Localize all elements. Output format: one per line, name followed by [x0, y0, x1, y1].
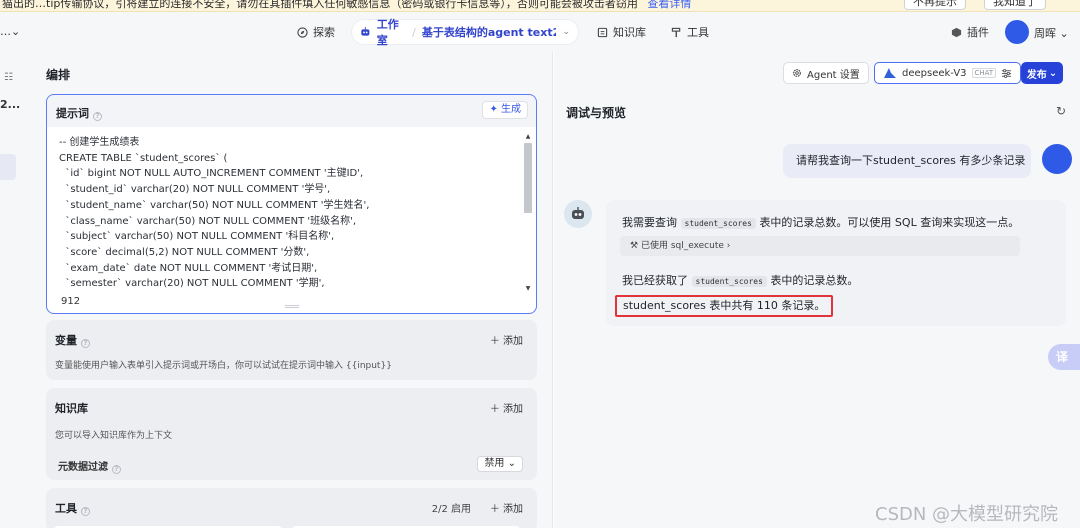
add-variable-button[interactable]: ＋ 添加 [490, 332, 523, 347]
refresh-icon[interactable]: ↻ [1056, 104, 1066, 118]
cube-icon [951, 27, 962, 37]
translate-button[interactable]: 译 [1048, 344, 1080, 370]
chevron-down-icon[interactable]: ⌄ [562, 27, 570, 37]
user-message-avatar [1042, 144, 1072, 174]
nav-workspace[interactable]: 工作室 [377, 16, 406, 48]
left-sidebar: ☷ 2... [0, 52, 22, 528]
answer-highlight: student_scores 表中共有 110 条记录。 [615, 295, 834, 317]
agent-settings-button[interactable]: Agent 设置 [783, 62, 869, 84]
publish-button[interactable]: 发布 ⌄ [1021, 62, 1063, 84]
nav-plugins[interactable]: 插件 [951, 24, 989, 40]
metadata-filter-select[interactable]: 禁用 ⌄ [477, 456, 523, 472]
editor-panel: 编排 提示词? ✦ 生成 -- 创建学生成绩表 CREATE TABLE `st… [22, 52, 553, 528]
deepseek-logo-icon [884, 68, 896, 78]
workspace-switcher[interactable]: …⌄ [0, 25, 20, 38]
editor-title: 编排 [46, 68, 71, 82]
sidebar-active-item[interactable] [0, 154, 16, 180]
knowledge-card: 知识库 ＋ 添加 您可以导入知识库作为上下文 元数据过滤? 禁用 ⌄ [46, 388, 537, 480]
tools-title: 工具 [55, 502, 77, 515]
agent-name[interactable]: 基于表结构的agent text2... [422, 24, 557, 40]
model-type-tag: CHAT [971, 68, 997, 78]
info-icon[interactable]: ? [81, 339, 90, 348]
prompt-card: 提示词? ✦ 生成 -- 创建学生成绩表 CREATE TABLE `stude… [46, 94, 537, 314]
top-navigation: …⌄ 探索 工作室 / 基于表结构的agent text2... ⌄ 知识库 工… [0, 12, 1080, 52]
menu-icon[interactable]: ☷ [4, 72, 16, 83]
watermark: CSDN @大模型研究院 [875, 504, 1059, 525]
chevron-right-icon: › [726, 241, 731, 251]
knowledge-description: 您可以导入知识库作为上下文 [55, 431, 173, 441]
hammer-icon [671, 27, 681, 37]
tool-used-indicator[interactable]: ⚒ 已使用 sql_execute › [620, 236, 1020, 256]
nav-explore[interactable]: 探索 [297, 24, 335, 40]
scroll-down-arrow[interactable]: ▼ [524, 285, 532, 292]
inline-code: student_scores [691, 276, 767, 287]
robot-icon [572, 207, 584, 219]
info-icon[interactable]: ? [93, 112, 102, 121]
notice-link[interactable]: 查看详情 [647, 0, 691, 10]
info-icon[interactable]: ? [81, 507, 90, 516]
variables-title: 变量 [55, 334, 77, 347]
info-icon[interactable]: ? [112, 465, 121, 474]
scroll-up-arrow[interactable]: ▲ [524, 133, 532, 140]
knowledge-title: 知识库 [55, 402, 88, 415]
sidebar-label: 2... [0, 98, 21, 111]
gear-icon [793, 69, 801, 77]
model-selector[interactable]: deepseek-V3 CHAT [874, 62, 1022, 84]
book-icon [597, 27, 608, 37]
metadata-filter-label: 元数据过滤 [58, 462, 108, 473]
variables-description: 变量能使用户输入表单引入提示词或开场白，你可以试试在提示词中输入 {{input… [55, 361, 392, 371]
robot-icon [361, 27, 370, 36]
user-message: 请帮我查询一下student_scores 有多少条记录 [783, 144, 1031, 178]
hammer-icon: ⚒ [630, 241, 639, 251]
notice-bar: 猫出的…tip传输协议，引将建立的连接不安全，请勿在其插件填入任何敏感信息（密码… [0, 0, 1080, 12]
tools-enabled-count: 2/2 启用 [431, 504, 471, 515]
nav-workspace-pill[interactable]: 工作室 / 基于表结构的agent text2... ⌄ [352, 18, 578, 47]
variables-card: 变量? ＋ 添加 变量能使用户输入表单引入提示词或开场白，你可以试试在提示词中输… [46, 320, 537, 380]
char-count: 912 [61, 296, 81, 307]
scroll-thumb[interactable] [524, 143, 532, 213]
dismiss-forever-button[interactable]: 不再提示 [904, 0, 966, 10]
bot-avatar [564, 200, 592, 228]
bot-line-2: 我已经获取了 student_scores 表中的记录总数。 [622, 274, 859, 287]
preview-title: 调试与预览 [566, 106, 627, 120]
settings-sliders-icon[interactable] [1001, 68, 1012, 79]
bot-message: 我需要查询 student_scores 表中的记录总数。可以使用 SQL 查询… [606, 200, 1066, 326]
resize-handle[interactable] [285, 305, 299, 308]
user-menu[interactable]: 周晖 ⌄ [1034, 25, 1069, 41]
scrollbar[interactable]: ▲ ▼ [524, 133, 532, 292]
generate-button[interactable]: ✦ 生成 [482, 101, 528, 119]
bot-line-1: 我需要查询 student_scores 表中的记录总数。可以使用 SQL 查询… [622, 216, 1020, 229]
nav-knowledge[interactable]: 知识库 [597, 24, 646, 40]
add-knowledge-button[interactable]: ＋ 添加 [490, 400, 523, 415]
inline-code: student_scores [680, 218, 756, 229]
prompt-textarea[interactable]: -- 创建学生成绩表 CREATE TABLE `student_scores`… [59, 135, 519, 305]
chevron-down-icon: ⌄ [1048, 67, 1058, 79]
prompt-title: 提示词 [56, 107, 89, 120]
user-avatar[interactable] [1005, 20, 1029, 44]
explore-icon [297, 26, 308, 38]
preview-panel: Agent 设置 deepseek-V3 CHAT 发布 ⌄ 调试与预览 ↻ 请帮… [554, 52, 1080, 528]
acknowledge-button[interactable]: 我知道了 [984, 0, 1046, 10]
notice-text: 猫出的…tip传输协议，引将建立的连接不安全，请勿在其插件填入任何敏感信息（密码… [2, 0, 638, 10]
add-tool-button[interactable]: ＋ 添加 [490, 500, 523, 515]
nav-tools[interactable]: 工具 [671, 24, 709, 40]
tools-card: 工具? 2/2 启用 ＋ 添加 [46, 488, 537, 528]
